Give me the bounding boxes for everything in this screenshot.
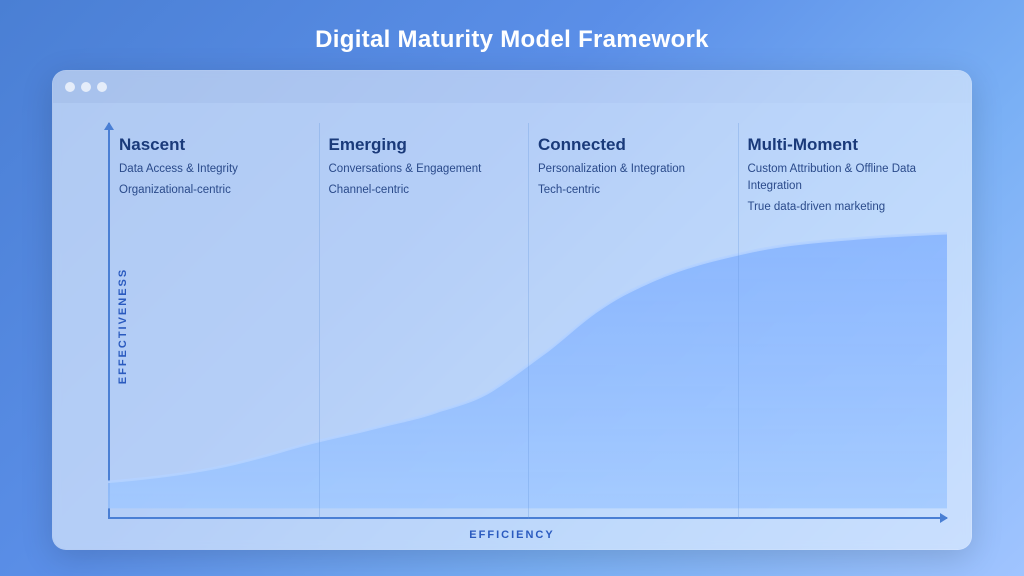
browser-dot-3 <box>97 82 107 92</box>
stage-emerging: Emerging Conversations & Engagement Chan… <box>319 123 529 519</box>
stage-multi-moment: Multi-Moment Custom Attribution & Offlin… <box>738 123 948 519</box>
browser-titlebar <box>53 71 971 103</box>
stage-multi-moment-title: Multi-Moment <box>748 135 938 155</box>
stage-emerging-title: Emerging <box>329 135 519 155</box>
stage-multi-moment-bullet-1: Custom Attribution & Offline Data Integr… <box>748 161 938 194</box>
stage-nascent-title: Nascent <box>119 135 309 155</box>
stage-connected-bullet-1: Personalization & Integration <box>538 161 728 178</box>
stage-connected-title: Connected <box>538 135 728 155</box>
stage-nascent: Nascent Data Access & Integrity Organiza… <box>109 123 319 519</box>
browser-content: EFFECTIVENESS EFFICIENCY <box>53 103 971 549</box>
x-axis-label: EFFICIENCY <box>469 529 554 541</box>
browser-dot-2 <box>81 82 91 92</box>
stage-multi-moment-bullet-2: True data-driven marketing <box>748 199 938 216</box>
stage-connected-bullet-2: Tech-centric <box>538 182 728 199</box>
browser-dot-1 <box>65 82 75 92</box>
browser-window: EFFECTIVENESS EFFICIENCY <box>52 70 972 550</box>
stage-nascent-bullet-1: Data Access & Integrity <box>119 161 309 178</box>
stage-connected: Connected Personalization & Integration … <box>528 123 738 519</box>
stage-nascent-bullet-2: Organizational-centric <box>119 182 309 199</box>
stage-emerging-bullet-2: Channel-centric <box>329 182 519 199</box>
page-title: Digital Maturity Model Framework <box>315 26 709 54</box>
stage-emerging-bullet-1: Conversations & Engagement <box>329 161 519 178</box>
stages-container: Nascent Data Access & Integrity Organiza… <box>109 123 947 519</box>
